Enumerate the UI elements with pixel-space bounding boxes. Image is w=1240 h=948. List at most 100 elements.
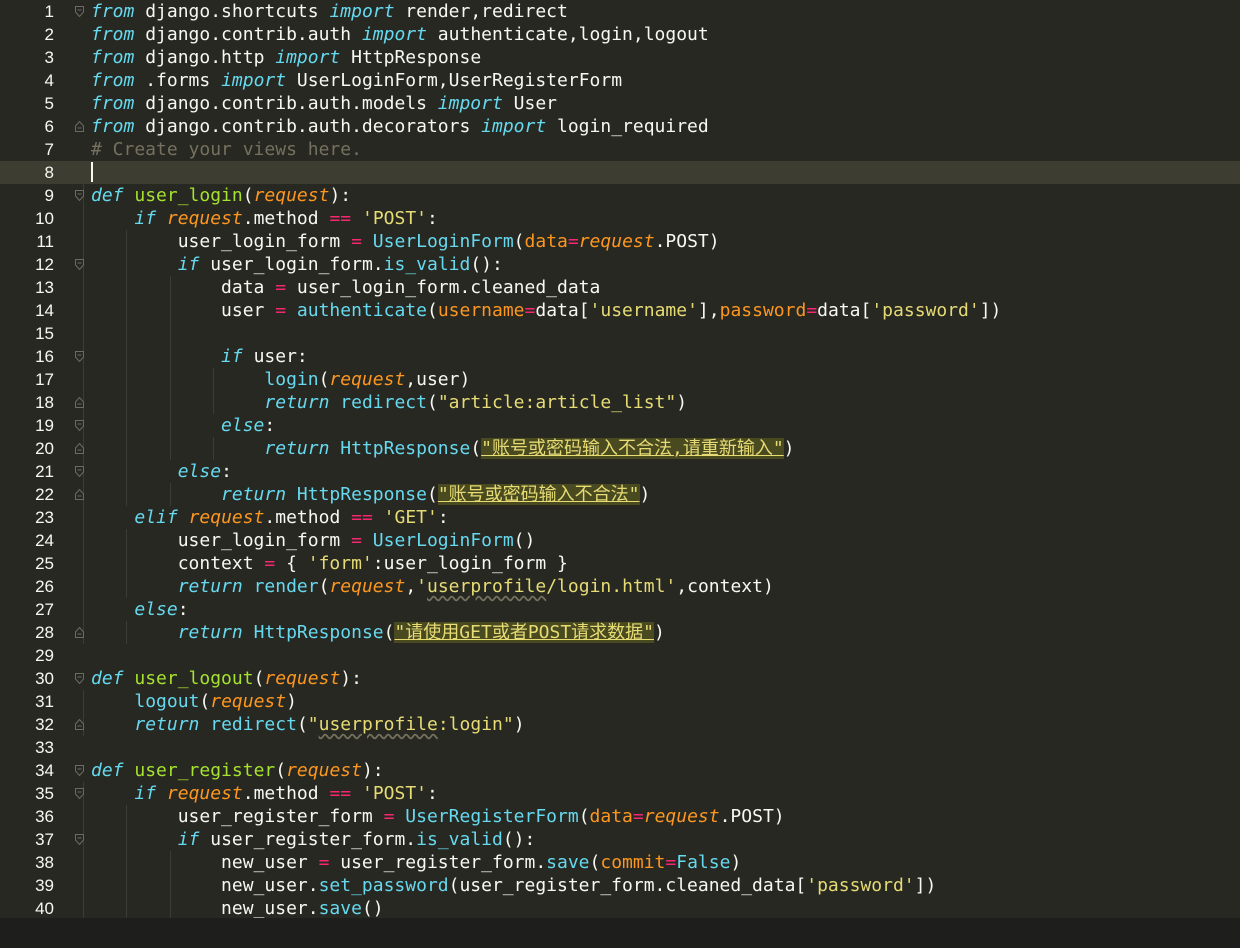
- code-token: =: [351, 530, 362, 551]
- code-line[interactable]: 36 user_register_form = UserRegisterForm…: [0, 805, 1240, 828]
- code-line[interactable]: 6 from django.contrib.auth.decorators imp…: [0, 115, 1240, 138]
- code-text: elif request.method == 'GET':: [91, 506, 448, 529]
- code-line[interactable]: 31 logout(request): [0, 690, 1240, 713]
- code-token: 'POST': [361, 783, 428, 804]
- code-text: from django.contrib.auth import authenti…: [91, 23, 709, 46]
- code-token: ():: [470, 254, 503, 275]
- code-token: data: [524, 231, 568, 252]
- code-line[interactable]: 1 from django.shortcuts import render,red…: [0, 0, 1240, 23]
- code-line[interactable]: 13 data = user_login_form.cleaned_data: [0, 276, 1240, 299]
- code-token: user_register: [134, 760, 276, 781]
- line-number: 6: [44, 117, 54, 136]
- code-token: django.contrib.auth.decorators: [134, 116, 482, 137]
- code-line[interactable]: 37 if user_register_form.is_valid():: [0, 828, 1240, 851]
- fold-open-icon[interactable]: [75, 420, 84, 431]
- code-line[interactable]: 24 user_login_form = UserLoginForm(): [0, 529, 1240, 552]
- fold-open-icon[interactable]: [75, 673, 84, 684]
- code-text: return HttpResponse("账号或密码输入不合法,请重新输入"): [91, 437, 795, 460]
- code-text: else:: [91, 414, 275, 437]
- code-line[interactable]: 25 context = { 'form':user_login_form }: [0, 552, 1240, 575]
- fold-close-icon[interactable]: [75, 489, 84, 500]
- fold-close-icon[interactable]: [75, 719, 84, 730]
- code-line[interactable]: 12 if user_login_form.is_valid():: [0, 253, 1240, 276]
- code-token: import: [329, 1, 395, 22]
- code-token: :: [221, 461, 232, 482]
- code-line[interactable]: 26 return render(request,'userprofile/lo…: [0, 575, 1240, 598]
- code-text: if user_login_form.is_valid():: [91, 253, 503, 276]
- code-token: django.http: [134, 47, 276, 68]
- code-token: ():: [502, 829, 536, 850]
- code-editor[interactable]: 1 from django.shortcuts import render,red…: [0, 0, 1240, 918]
- fold-close-icon[interactable]: [75, 397, 84, 408]
- code-token: return: [177, 576, 243, 597]
- code-line[interactable]: 8: [0, 161, 1240, 184]
- code-token: from: [91, 47, 135, 68]
- line-number: 27: [35, 600, 54, 619]
- code-line[interactable]: 7 # Create your views here.: [0, 138, 1240, 161]
- code-text: return redirect("article:article_list"): [91, 391, 687, 414]
- code-line[interactable]: 30 def user_logout(request):: [0, 667, 1240, 690]
- code-line[interactable]: 19 else:: [0, 414, 1240, 437]
- code-line[interactable]: 22 return HttpResponse("账号或密码输入不合法"): [0, 483, 1240, 506]
- code-line[interactable]: 2 from django.contrib.auth import authent…: [0, 23, 1240, 46]
- code-line[interactable]: 17 login(request,user): [0, 368, 1240, 391]
- code-line[interactable]: 27 else:: [0, 598, 1240, 621]
- fold-open-icon[interactable]: [75, 351, 84, 362]
- code-token: ): [639, 484, 651, 505]
- code-line[interactable]: 21 else:: [0, 460, 1240, 483]
- code-line[interactable]: 28 return HttpResponse("请使用GET或者POST请求数据…: [0, 621, 1240, 644]
- code-line[interactable]: 38 new_user = user_register_form.save(co…: [0, 851, 1240, 874]
- fold-open-icon[interactable]: [75, 190, 84, 201]
- code-line[interactable]: 4 from .forms import UserLoginForm,UserRe…: [0, 69, 1240, 92]
- code-token: HttpResponse: [296, 484, 427, 505]
- code-token: ):: [340, 668, 362, 689]
- code-line[interactable]: 14 user = authenticate(username=data['us…: [0, 299, 1240, 322]
- fold-open-icon[interactable]: [75, 6, 84, 17]
- code-line[interactable]: 10 if request.method == 'POST':: [0, 207, 1240, 230]
- code-line[interactable]: 9 def user_login(request):: [0, 184, 1240, 207]
- code-token: def: [91, 185, 124, 206]
- code-line[interactable]: 34 def user_register(request):: [0, 759, 1240, 782]
- code-line[interactable]: 11 user_login_form = UserLoginForm(data=…: [0, 230, 1240, 253]
- code-line[interactable]: 39 new_user.set_password(user_register_f…: [0, 874, 1240, 897]
- code-line[interactable]: 5 from django.contrib.auth.models import …: [0, 92, 1240, 115]
- fold-open-icon[interactable]: [75, 788, 84, 799]
- code-line[interactable]: 23 elif request.method == 'GET':: [0, 506, 1240, 529]
- code-line[interactable]: 15: [0, 322, 1240, 345]
- code-line[interactable]: 33: [0, 736, 1240, 759]
- code-token: ': [416, 576, 427, 597]
- code-token: ]): [979, 300, 1002, 321]
- code-token: else: [134, 599, 178, 620]
- code-token: import: [275, 47, 341, 68]
- code-token: ):: [329, 185, 352, 206]
- code-token: def: [91, 760, 124, 781]
- code-line[interactable]: 3 from django.http import HttpResponse: [0, 46, 1240, 69]
- fold-close-icon[interactable]: [75, 443, 84, 454]
- fold-close-icon[interactable]: [75, 121, 84, 132]
- code-line[interactable]: 20 return HttpResponse("账号或密码输入不合法,请重新输入…: [0, 437, 1240, 460]
- fold-open-icon[interactable]: [75, 765, 84, 776]
- code-text: from django.http import HttpResponse: [91, 46, 481, 69]
- code-line[interactable]: 29: [0, 644, 1240, 667]
- fold-open-icon[interactable]: [75, 259, 84, 270]
- code-token: else: [177, 461, 222, 482]
- code-token: context: [91, 553, 265, 574]
- code-token: user: [91, 300, 276, 321]
- code-line[interactable]: 35 if request.method == 'POST':: [0, 782, 1240, 805]
- code-line[interactable]: 18 return redirect("article:article_list…: [0, 391, 1240, 414]
- code-line[interactable]: 16 if user:: [0, 345, 1240, 368]
- line-number: 13: [35, 278, 54, 297]
- code-line[interactable]: 32 return redirect("userprofile:login"): [0, 713, 1240, 736]
- line-number: 34: [35, 761, 54, 780]
- fold-close-icon[interactable]: [75, 627, 84, 638]
- code-line[interactable]: 40 new_user.save(): [0, 897, 1240, 918]
- code-text: def user_login(request):: [91, 184, 351, 207]
- fold-open-icon[interactable]: [75, 466, 84, 477]
- fold-open-icon[interactable]: [75, 834, 84, 845]
- code-token: request: [286, 760, 362, 781]
- code-token: /login.html': [546, 576, 677, 597]
